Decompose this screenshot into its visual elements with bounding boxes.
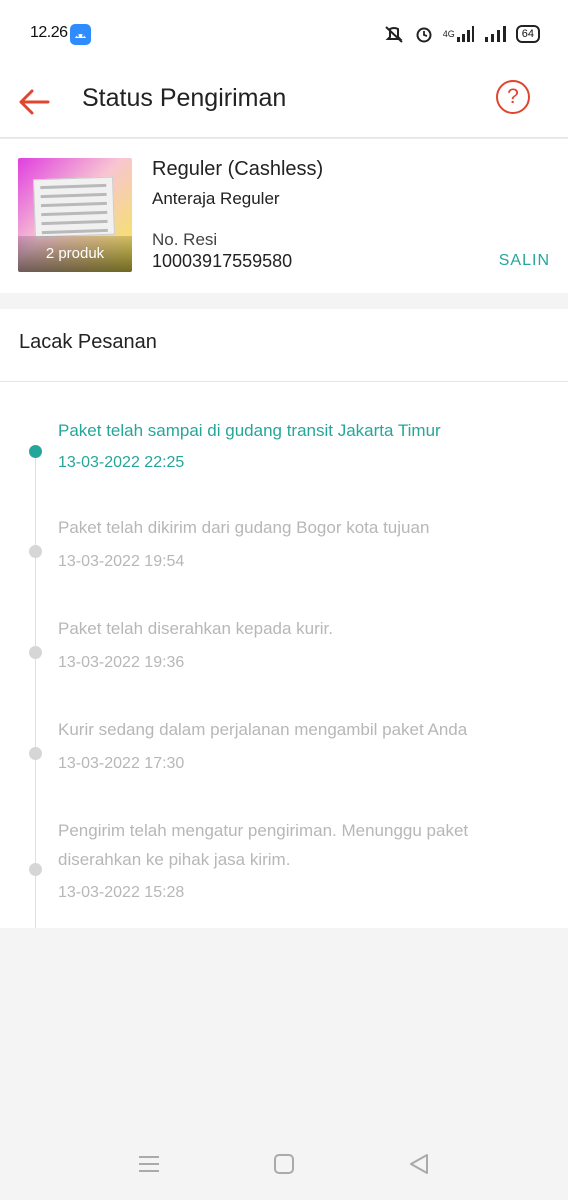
back-triangle-icon[interactable] — [407, 1152, 431, 1176]
event-text: Pengirim telah mengatur pengiriman. Menu… — [58, 821, 469, 869]
tracking-title: Lacak Pesanan — [19, 331, 157, 353]
event-text: Paket telah diserahkan kepada kurir. — [58, 619, 334, 638]
event-time: 13-03-2022 17:30 — [58, 755, 185, 772]
event-text: Paket telah sampai di gudang transit Jak… — [58, 421, 441, 440]
menu-icon[interactable] — [137, 1152, 161, 1176]
product-thumbnail[interactable]: 2 produk — [18, 158, 132, 272]
arrow-left-icon[interactable] — [16, 82, 56, 122]
product-count-badge: 2 produk — [18, 236, 132, 272]
shipment-card: 2 produk Reguler (Cashless) Anteraja Reg… — [0, 139, 568, 293]
shipping-service: Reguler (Cashless) — [152, 158, 324, 180]
timeline-dot — [29, 863, 42, 876]
app-notification-icon — [70, 24, 91, 45]
timeline-dot-active — [29, 445, 42, 458]
question-circle-icon[interactable]: ? — [496, 80, 530, 114]
event-time: 13-03-2022 15:28 — [58, 884, 185, 901]
tracking-header: Lacak Pesanan — [0, 309, 568, 382]
page-title: Status Pengiriman — [82, 84, 287, 112]
timeline-line — [35, 445, 36, 928]
resi-label: No. Resi — [152, 230, 218, 249]
tracking-section: Lacak Pesanan Paket telah sampai di guda… — [0, 309, 568, 928]
timeline-dot — [29, 545, 42, 558]
copy-button[interactable]: SALIN — [499, 252, 550, 270]
status-icons: 4G 64 — [383, 24, 540, 44]
battery-icon: 64 — [515, 25, 540, 43]
timeline-dot — [29, 747, 42, 760]
resi-number: 10003917559580 — [152, 251, 293, 271]
event-text: Kurir sedang dalam perjalanan mengambil … — [58, 720, 468, 739]
event-text: Paket telah dikirim dari gudang Bogor ko… — [58, 518, 430, 537]
courier-name: Anteraja Reguler — [152, 189, 280, 208]
signal-icon — [484, 26, 506, 42]
app-bar: Status Pengiriman ? — [0, 68, 568, 138]
shipping-label-image — [33, 176, 115, 238]
network-type: 4G — [442, 29, 455, 39]
alarm-icon — [415, 25, 433, 43]
event-time: 13-03-2022 19:36 — [58, 654, 185, 671]
status-bar: 12.26 4G 64 — [0, 0, 568, 68]
status-time: 12.26 — [30, 24, 68, 41]
timeline-dot — [29, 646, 42, 659]
event-time: 13-03-2022 22:25 — [58, 454, 185, 471]
home-square-icon[interactable] — [272, 1152, 296, 1176]
signal-icon: 4G — [443, 26, 474, 42]
mute-icon — [383, 25, 405, 43]
event-time: 13-03-2022 19:54 — [58, 553, 185, 570]
system-nav-bar — [0, 1130, 568, 1200]
